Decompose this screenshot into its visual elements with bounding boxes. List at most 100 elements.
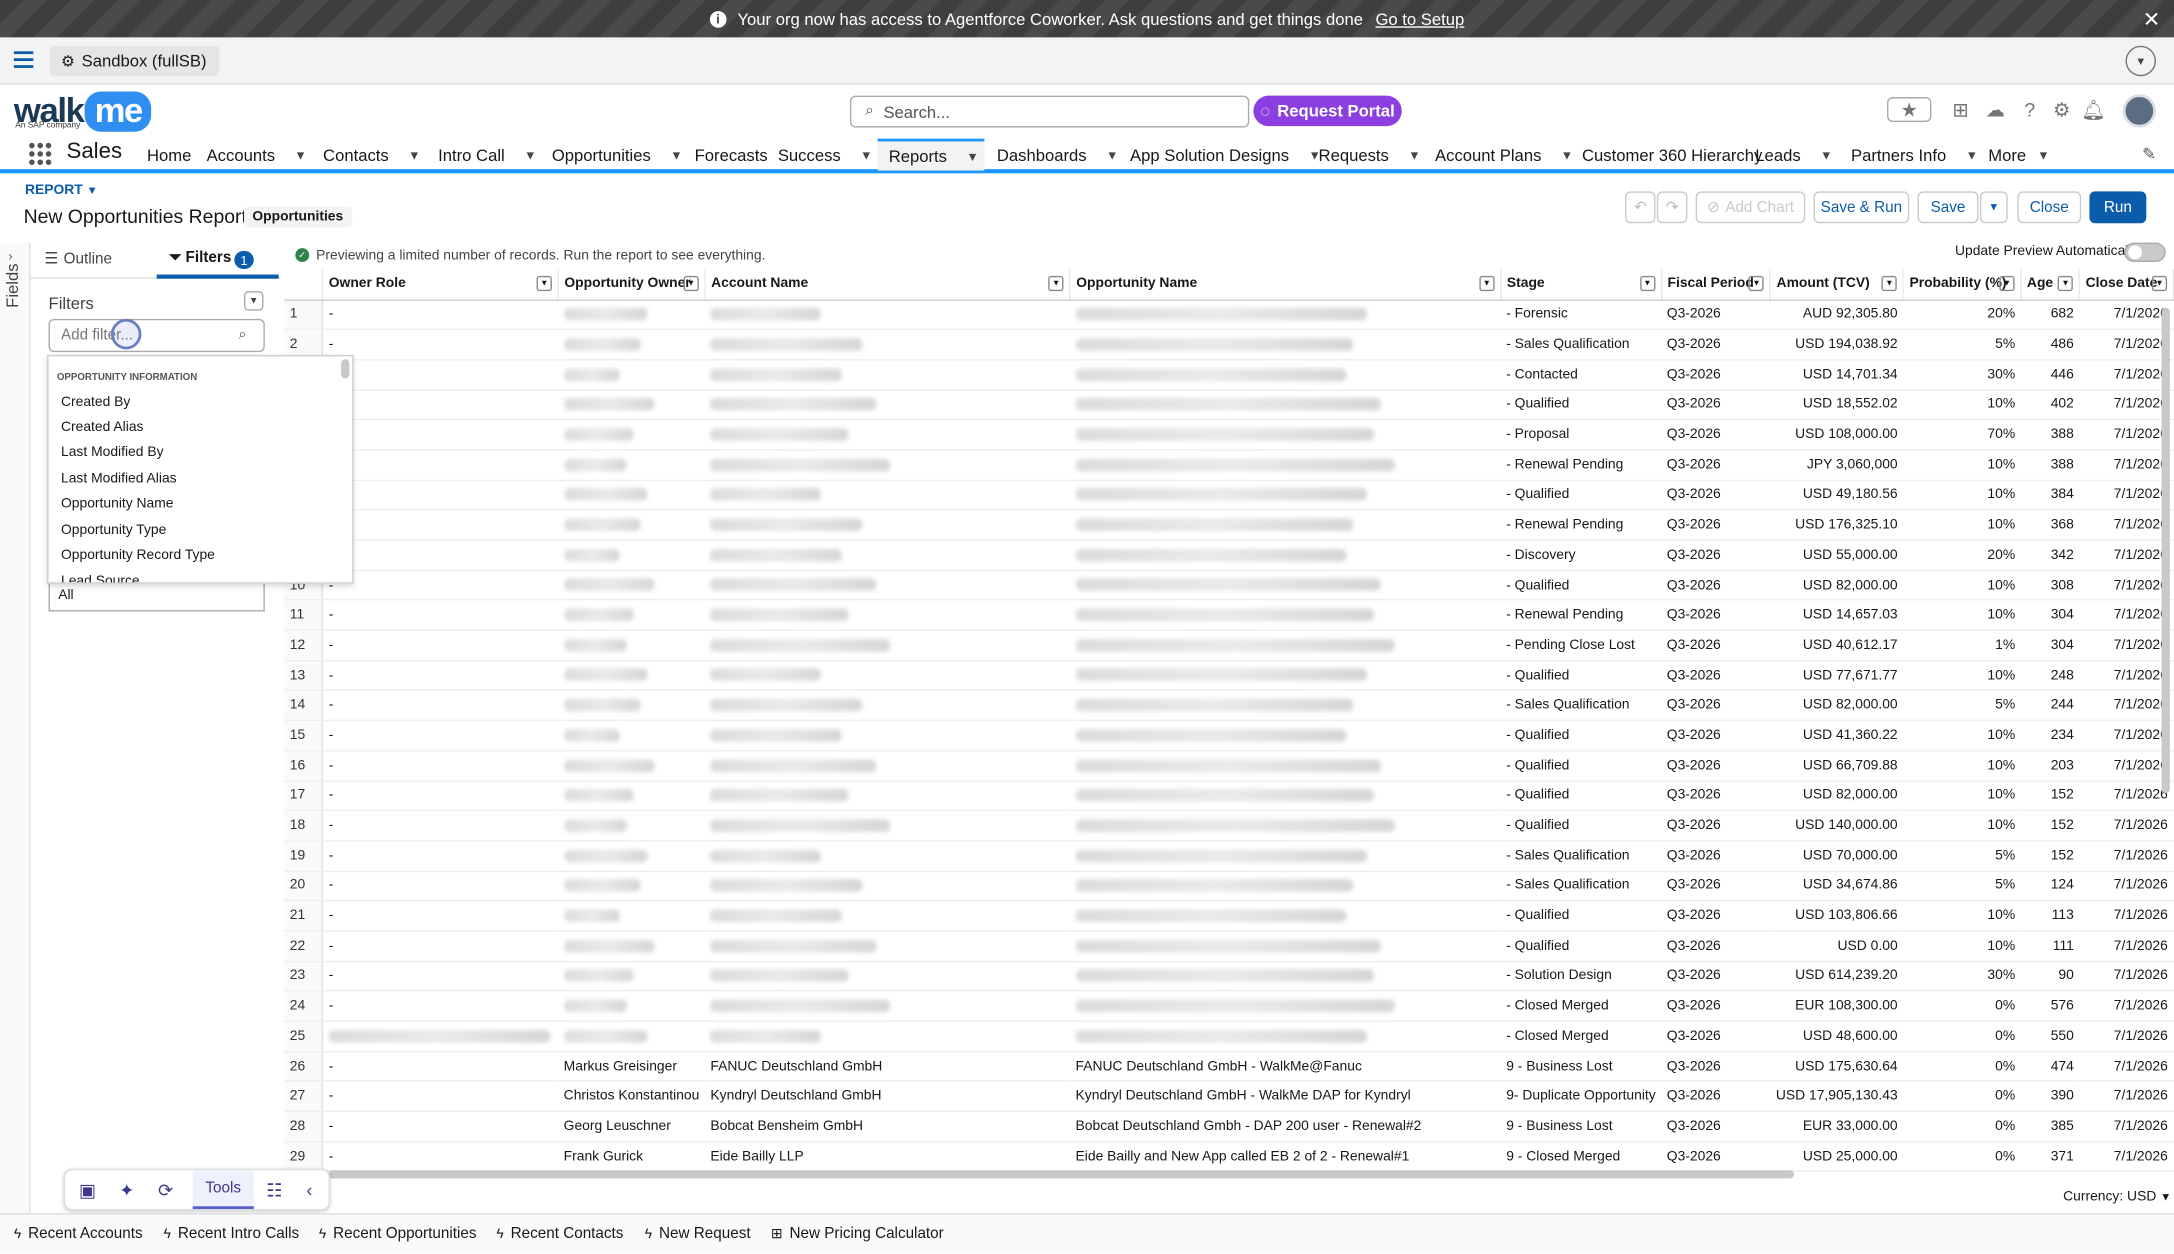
table-row[interactable]: 1- - Forensic Q3-2026 AUD 92,305.80 20% 682 7/…	[284, 299, 2174, 331]
table-row[interactable]: 26- Markus Greisinger FANUC Deutschland Gm…	[284, 1051, 2174, 1082]
nav-leads[interactable]: Leads ▼	[1755, 139, 1832, 171]
fields-rail[interactable]	[0, 242, 31, 1214]
settings-sliders-icon[interactable]: ☷	[266, 1180, 282, 1202]
setup-gear-icon[interactable]: ⚙	[2049, 97, 2074, 122]
nav-app-solution-designs[interactable]: App Solution Designs ▼	[1130, 139, 1321, 171]
column-header[interactable]: Close Date ▼	[2079, 268, 2174, 301]
add-chart-button[interactable]: ⊘ Add Chart	[1695, 191, 1806, 224]
update-preview-toggle[interactable]	[2124, 242, 2166, 263]
go-to-setup-link[interactable]: Go to Setup	[1375, 9, 1464, 28]
nav-success[interactable]: Success ▼	[778, 139, 873, 171]
filter-option[interactable]: Last Modified Alias	[61, 471, 177, 486]
column-header[interactable]: Probability (%) ▼	[1903, 268, 2022, 301]
nav-intro-call[interactable]: Intro Call ▼	[438, 139, 536, 171]
table-row[interactable]: 4-- QualifiedQ3-2026USD 18,552.0210%4027…	[284, 389, 2174, 421]
table-row[interactable]: 18- - Qualified Q3-2026 USD 140,000.00 10% 15…	[284, 810, 2174, 842]
table-row[interactable]: 14- - Sales Qualification Q3-2026 USD 82,00…	[284, 690, 2174, 722]
magic-wand-icon[interactable]: ✦	[119, 1180, 134, 1202]
column-header[interactable]: Stage ▼	[1500, 268, 1662, 301]
table-row[interactable]: 17- - Qualified Q3-2026 USD 82,000.00 10% 152…	[284, 780, 2174, 812]
table-row[interactable]: 27- Christos Konstantinou Kyndryl Deutschl…	[284, 1081, 2174, 1113]
expand-icon[interactable]: ›	[8, 250, 12, 264]
chevron-down-icon[interactable]: ▼	[2125, 45, 2157, 77]
filter-option[interactable]: Created By	[61, 395, 130, 410]
redo-button[interactable]: ↷	[1656, 191, 1688, 224]
nav-home[interactable]: Home	[147, 139, 191, 171]
table-row[interactable]: 22- - Qualified Q3-2026 USD 0.00 10% 111 7/1/2…	[284, 930, 2174, 962]
vertical-scrollbar[interactable]	[2161, 307, 2170, 794]
fields-tab[interactable]: Fields	[3, 263, 22, 307]
chat-icon[interactable]: ▣	[79, 1180, 96, 1202]
chevron-left-icon[interactable]: ‹	[306, 1180, 312, 1201]
footer-recent-accounts[interactable]: ϟ Recent Accounts	[14, 1226, 143, 1243]
column-header[interactable]: Owner Role ▼	[322, 268, 559, 301]
filter-option[interactable]: Opportunity Type	[61, 523, 166, 538]
filter-option[interactable]: Created Alias	[61, 420, 143, 435]
nav-partners-info[interactable]: Partners Info ▼	[1851, 139, 1978, 171]
horizontal-scrollbar[interactable]	[328, 1170, 1795, 1179]
table-row[interactable]: 9-- DiscoveryQ3-2026USD 55,000.0020%3427…	[284, 540, 2174, 571]
notifications-icon[interactable]: 🔔︎	[2081, 97, 2106, 122]
table-row[interactable]: 7-- QualifiedQ3-2026USD 49,180.5610%3847…	[284, 479, 2174, 511]
add-icon[interactable]: ⊞	[1948, 97, 1973, 122]
table-row[interactable]: 29- Frank Gurick Eide Bailly LLP Eide Baill…	[284, 1141, 2174, 1173]
filter-option[interactable]: Opportunity Name	[61, 496, 174, 511]
footer-recent-opportunities[interactable]: ϟ Recent Opportunities	[319, 1226, 477, 1243]
help-icon[interactable]: ?	[2017, 97, 2042, 122]
request-portal-button[interactable]: ◌ Request Portal	[1253, 95, 1402, 127]
table-row[interactable]: 16- - Qualified Q3-2026 USD 66,709.88 10% 203…	[284, 750, 2174, 782]
close-icon[interactable]: ✕	[2143, 7, 2160, 32]
column-header[interactable]: Age ▼	[2020, 268, 2081, 301]
table-row[interactable]: 15- - Qualified Q3-2026 USD 41,360.22 10% 234…	[284, 720, 2174, 752]
filters-menu-button[interactable]: ▼	[244, 291, 264, 311]
table-row[interactable]: 23- - Solution Design Q3-2026 USD 614,239.2…	[284, 961, 2174, 992]
column-header[interactable]: Account Name ▼	[704, 268, 1071, 301]
menu-icon[interactable]	[13, 51, 34, 68]
tab-outline[interactable]: ☰ Outline	[44, 250, 112, 268]
nav-more[interactable]: More ▼	[1988, 139, 2049, 171]
table-row[interactable]: 21- - Qualified Q3-2026 USD 103,806.66 10% 11…	[284, 900, 2174, 932]
edit-nav-icon[interactable]: ✎	[2142, 144, 2156, 163]
column-header[interactable]: Amount (TCV) ▼	[1770, 268, 1904, 301]
filter-option[interactable]: Opportunity Record Type	[61, 548, 215, 563]
column-header[interactable]: Opportunity Name ▼	[1070, 268, 1502, 301]
table-row[interactable]: 20- - Sales Qualification Q3-2026 USD 34,67…	[284, 870, 2174, 902]
footer-new-request[interactable]: ϟ New Request	[645, 1226, 751, 1243]
nav-reports[interactable]: Reports ▼	[877, 138, 985, 171]
filter-option[interactable]: Lead Source	[61, 574, 140, 582]
nav-requests[interactable]: Requests ▼	[1319, 139, 1421, 171]
column-header[interactable]: Opportunity Owner ▼	[558, 268, 706, 301]
refresh-icon[interactable]: ⟳	[158, 1180, 173, 1202]
table-row[interactable]: 3-- ContactedQ3-2026USD 14,701.3430%4467…	[284, 359, 2174, 391]
table-row[interactable]: 28- Georg Leuschner Bobcat Bensheim GmbH Bo…	[284, 1111, 2174, 1143]
run-button[interactable]: Run	[2089, 191, 2147, 224]
add-filter-input[interactable]	[48, 318, 265, 353]
nav-accounts[interactable]: Accounts ▼	[207, 139, 307, 171]
currency-selector[interactable]: Currency: USD ▼	[2063, 1190, 2171, 1205]
save-menu-button[interactable]: ▼	[1979, 191, 2008, 224]
cloud-icon[interactable]: ☁	[1983, 97, 2008, 122]
save-run-button[interactable]: Save & Run	[1813, 191, 1910, 224]
table-row[interactable]: 13- - Qualified Q3-2026 USD 77,671.77 10% 248…	[284, 660, 2174, 692]
column-header[interactable]: Fiscal Period ▼	[1661, 268, 1772, 301]
nav-forecasts[interactable]: Forecasts	[695, 139, 768, 171]
table-row[interactable]: 2-- Sales Qualification Q3-2026 USD 194,03…	[284, 329, 2174, 361]
table-row[interactable]: 5-- ProposalQ3-2026USD 108,000.0070%3887…	[284, 419, 2174, 451]
global-search-input[interactable]: ⌕ Search...	[849, 95, 1250, 128]
filter-value-all[interactable]: All	[48, 583, 265, 612]
table-row[interactable]: 11- - Renewal Pending Q3-2026 USD 14,657.03…	[284, 600, 2174, 631]
table-row[interactable]: 19- - Sales Qualification Q3-2026 USD 70,00…	[284, 840, 2174, 872]
report-type-label[interactable]: REPORT ▼	[25, 183, 98, 198]
footer-new-pricing-calculator[interactable]: ⊞ New Pricing Calculator	[771, 1226, 944, 1243]
tab-filters[interactable]: ⏷ Filters	[169, 250, 231, 268]
footer-recent-intro-calls[interactable]: ϟ Recent Intro Calls	[164, 1226, 300, 1243]
nav-contacts[interactable]: Contacts ▼	[323, 139, 420, 171]
nav-account-plans[interactable]: Account Plans ▼	[1435, 139, 1573, 171]
nav-customer-360[interactable]: Customer 360 Hierarchy	[1582, 139, 1762, 171]
app-launcher-icon[interactable]	[29, 142, 52, 165]
table-row[interactable]: 6-- Renewal PendingQ3-2026JPY 3,060,0001…	[284, 449, 2174, 481]
nav-dashboards[interactable]: Dashboards ▼	[997, 139, 1119, 171]
sandbox-button[interactable]: ⚙ Sandbox (fullSB)	[49, 45, 219, 77]
nav-opportunities[interactable]: Opportunities ▼	[552, 139, 683, 171]
table-row[interactable]: 24- - Closed Merged Q3-2026 EUR 108,300.00 0…	[284, 991, 2174, 1022]
